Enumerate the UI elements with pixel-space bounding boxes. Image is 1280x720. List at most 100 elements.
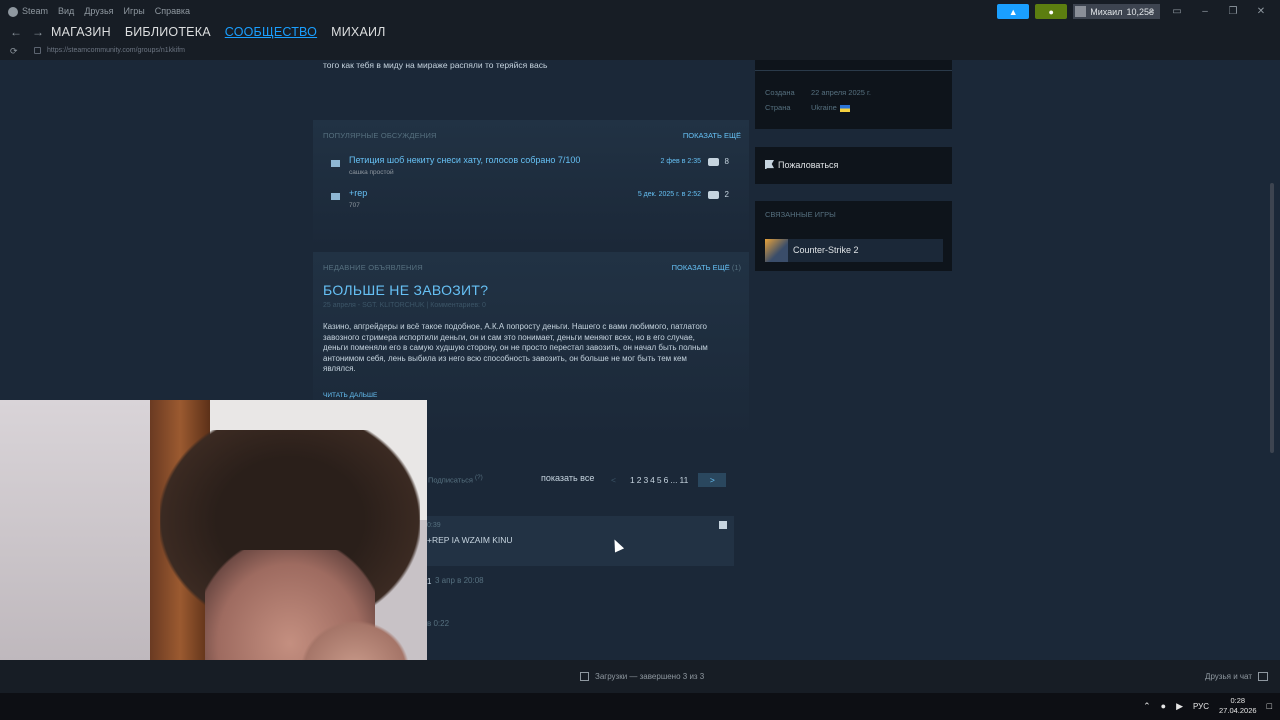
account-name: Михаил bbox=[1090, 6, 1123, 17]
windows-taskbar: ⌃ ● ▶ РУС 0:28 27.04.2026 □ bbox=[0, 693, 1280, 720]
history-arrows: ← → bbox=[10, 25, 44, 39]
related-heading: СВЯЗАННЫЕ ИГРЫ bbox=[765, 210, 836, 219]
discussion-author: 707 bbox=[349, 202, 360, 209]
menu-games[interactable]: Игры bbox=[124, 6, 145, 16]
ukraine-flag-icon bbox=[839, 104, 850, 112]
mail-icon bbox=[331, 193, 340, 200]
steam-navbar: ← → МАГАЗИН БИБЛИОТЕКА СООБЩЕСТВО МИХАИЛ bbox=[0, 24, 1280, 44]
system-tray: ⌃ ● ▶ РУС 0:28 27.04.2026 □ bbox=[1143, 696, 1272, 716]
comment-time: в 0:22 bbox=[427, 619, 450, 628]
pager-page[interactable]: 11 bbox=[679, 475, 688, 485]
pager-page[interactable]: 6 bbox=[664, 475, 669, 485]
announcement-body: Казино, апгрейдеры и всё такое подобное,… bbox=[323, 322, 708, 373]
report-label: Пожаловаться bbox=[778, 160, 839, 170]
announcement-meta: 25 апреля - SGT. KLITORCHUK | Комментари… bbox=[323, 302, 486, 309]
country-label: Страна bbox=[765, 103, 791, 112]
flag-icon bbox=[765, 160, 774, 169]
reload-icon[interactable]: ⟳ bbox=[10, 46, 18, 57]
restore-icon[interactable]: ❐ bbox=[1222, 6, 1244, 17]
group-description-tail: того как тебя в миду на мираже распяли т… bbox=[323, 60, 743, 70]
pager-page[interactable]: 3 bbox=[643, 475, 648, 485]
page-scrollbar[interactable] bbox=[1270, 183, 1274, 453]
speaker-icon[interactable]: ▶ bbox=[1176, 701, 1183, 712]
comments-icon bbox=[708, 158, 719, 166]
country-row: Страна Ukraine bbox=[765, 103, 850, 112]
account-menu[interactable]: Михаил 10,25₴ bbox=[1073, 4, 1160, 19]
steam-logo-icon bbox=[8, 6, 18, 17]
back-arrow-icon[interactable]: ← bbox=[10, 25, 22, 39]
related-games: СВЯЗАННЫЕ ИГРЫ Counter-Strike 2 bbox=[755, 201, 952, 271]
comment-text: +REP IA WZAIM KINU bbox=[427, 535, 513, 545]
clock[interactable]: 0:28 27.04.2026 bbox=[1219, 696, 1257, 716]
steam-menu: Steam Вид Друзья Игры Справка bbox=[8, 6, 190, 17]
comment-time: 0:39 bbox=[427, 522, 441, 529]
clock-date: 27.04.2026 bbox=[1219, 706, 1257, 715]
read-more-link[interactable]: ЧИТАТЬ ДАЛЬШЕ bbox=[323, 392, 377, 399]
discussions-heading: ПОПУЛЯРНЫЕ ОБСУЖДЕНИЯ bbox=[323, 131, 437, 140]
created-row: Создана 22 апреля 2025 г. bbox=[765, 88, 871, 97]
menu-help[interactable]: Справка bbox=[155, 6, 190, 16]
cs2-icon bbox=[765, 239, 788, 262]
microphone-icon[interactable]: ● bbox=[1161, 701, 1166, 711]
pager-page[interactable]: 1 bbox=[630, 475, 635, 485]
pager-page[interactable]: 2 bbox=[637, 475, 642, 485]
show-more-count: (1) bbox=[731, 263, 741, 272]
pager-prev[interactable]: < bbox=[611, 475, 616, 485]
steam-titlebar: Steam Вид Друзья Игры Справка ▲ ● Михаил… bbox=[0, 0, 1280, 24]
discussion-title[interactable]: +rep bbox=[349, 188, 367, 198]
popular-discussions: ПОПУЛЯРНЫЕ ОБСУЖДЕНИЯ ПОКАЗАТЬ ЕЩЁ Петиц… bbox=[313, 120, 749, 248]
mail-icon bbox=[331, 160, 340, 167]
report-flag-icon[interactable] bbox=[719, 521, 727, 529]
discussions-show-more[interactable]: ПОКАЗАТЬ ЕЩЁ bbox=[683, 131, 741, 140]
subscribe-label: Подписаться bbox=[428, 475, 473, 485]
language-indicator[interactable]: РУС bbox=[1193, 702, 1209, 711]
comments-icon bbox=[708, 191, 719, 199]
nav-store[interactable]: МАГАЗИН bbox=[51, 25, 111, 39]
nav-library[interactable]: БИБЛИОТЕКА bbox=[125, 25, 211, 39]
menu-friends[interactable]: Друзья bbox=[84, 6, 113, 16]
pager-next[interactable]: > bbox=[698, 473, 727, 487]
downloads-status[interactable]: Загрузки — завершено 3 из 3 bbox=[580, 672, 704, 681]
discussion-title[interactable]: Петиция шоб некиту снеси хату, голосов с… bbox=[349, 155, 580, 165]
announcements-show-more[interactable]: ПОКАЗАТЬ ЕЩЁ (1) bbox=[672, 263, 741, 272]
url-bar: ⟳ https://steamcommunity.com/groups/n1kk… bbox=[0, 44, 1280, 60]
show-all-link[interactable]: показать все bbox=[541, 473, 594, 483]
clock-time: 0:28 bbox=[1230, 696, 1246, 705]
comments-pager: < 1 2 3 4 5 6 ... 11 > bbox=[611, 473, 727, 487]
discussion-author: сашка простой bbox=[349, 169, 394, 176]
menu-view[interactable]: Вид bbox=[58, 6, 74, 16]
divider bbox=[755, 70, 952, 71]
titlebar-right: ▲ ● Михаил 10,25₴ ▭ – ❐ ✕ bbox=[997, 4, 1272, 19]
pager-page[interactable]: 4 bbox=[650, 475, 655, 485]
announcement-title[interactable]: БОЛЬШЕ НЕ ЗАВОЗИТ? bbox=[323, 282, 488, 298]
nav-community[interactable]: СООБЩЕСТВО bbox=[225, 25, 317, 39]
avatar bbox=[1075, 6, 1087, 17]
nav-profile[interactable]: МИХАИЛ bbox=[331, 25, 385, 39]
friends-chat-button[interactable]: Друзья и чат bbox=[1205, 672, 1268, 681]
notifications-button[interactable]: ● bbox=[1035, 4, 1068, 19]
group-info-box: Создана 22 апреля 2025 г. Страна Ukraine bbox=[755, 60, 952, 129]
subscribe-checkbox[interactable]: Подписаться (?) bbox=[428, 474, 483, 485]
discussion-replies: 2 bbox=[724, 190, 729, 199]
close-icon[interactable]: ✕ bbox=[1250, 6, 1272, 17]
minimize-icon[interactable]: – bbox=[1194, 6, 1216, 17]
report-button[interactable]: Пожаловаться bbox=[755, 147, 952, 184]
announcement-button[interactable]: ▲ bbox=[997, 4, 1030, 19]
comment-time: 3 апр в 20:08 bbox=[435, 576, 484, 585]
discussion-date: 2 фев в 2:35 bbox=[660, 158, 701, 165]
lock-icon bbox=[34, 47, 41, 54]
pager-page[interactable]: 5 bbox=[657, 475, 662, 485]
created-value: 22 апреля 2025 г. bbox=[811, 88, 871, 97]
chevron-up-icon[interactable]: ⌃ bbox=[1143, 701, 1151, 712]
related-game-item[interactable]: Counter-Strike 2 bbox=[765, 239, 943, 262]
url-text[interactable]: https://steamcommunity.com/groups/n1kkif… bbox=[47, 47, 185, 54]
discussion-row[interactable]: Петиция шоб некиту снеси хату, голосов с… bbox=[323, 154, 739, 182]
notifications-icon[interactable]: □ bbox=[1267, 701, 1272, 711]
forward-arrow-icon[interactable]: → bbox=[32, 25, 44, 39]
bell-icon: ● bbox=[1048, 6, 1054, 17]
chat-icon bbox=[1258, 672, 1268, 681]
discussion-row[interactable]: +rep 707 5 дек. 2025 г. в 2:52 2 bbox=[323, 187, 739, 215]
monitor-icon[interactable]: ▭ bbox=[1166, 6, 1188, 17]
steam-menu-item[interactable]: Steam bbox=[8, 6, 48, 17]
subscribe-help[interactable]: (?) bbox=[475, 474, 483, 481]
